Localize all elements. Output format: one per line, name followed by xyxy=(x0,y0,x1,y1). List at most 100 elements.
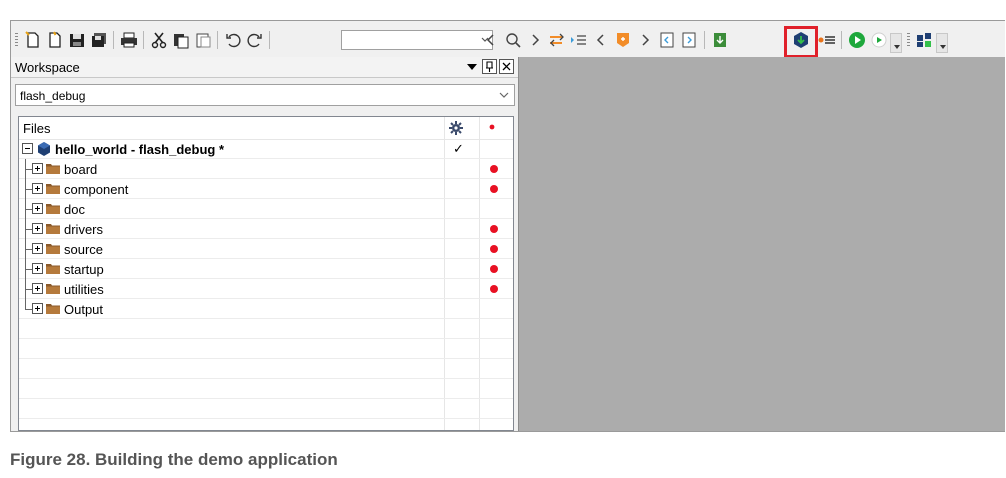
folder-row[interactable]: startup xyxy=(19,259,513,279)
tree-line xyxy=(25,189,32,190)
save-all-icon[interactable] xyxy=(89,30,109,50)
expand-icon[interactable] xyxy=(32,303,43,314)
next-bookmark-icon[interactable] xyxy=(635,30,655,50)
folder-icon xyxy=(46,204,60,214)
gear-icon[interactable] xyxy=(448,120,464,136)
folder-icon xyxy=(46,244,60,254)
folder-icon xyxy=(46,224,60,234)
modified-indicator xyxy=(490,285,498,293)
forward-icon[interactable] xyxy=(525,30,545,50)
empty-row xyxy=(19,359,513,379)
workspace-pane: Workspace flash_debug Files hello_world … xyxy=(11,57,519,431)
expand-icon[interactable] xyxy=(32,243,43,254)
folder-icon xyxy=(46,304,60,314)
folder-row[interactable]: Output xyxy=(19,299,513,319)
previous-bookmark-icon[interactable] xyxy=(591,30,611,50)
print-icon[interactable] xyxy=(119,30,139,50)
find-icon[interactable] xyxy=(503,30,523,50)
empty-row xyxy=(19,379,513,399)
project-name: hello_world - flash_debug * xyxy=(55,142,225,157)
collapse-icon[interactable] xyxy=(22,143,33,154)
goto-line-icon[interactable] xyxy=(569,30,589,50)
toolbar-grip[interactable] xyxy=(15,33,18,47)
workspace-header: Workspace xyxy=(11,57,518,78)
folder-row[interactable]: board xyxy=(19,159,513,179)
cut-icon[interactable] xyxy=(149,30,169,50)
expand-icon[interactable] xyxy=(32,183,43,194)
project-icon xyxy=(38,142,50,156)
folder-name: source xyxy=(64,242,104,257)
tree-line xyxy=(25,289,32,290)
workspace-title: Workspace xyxy=(15,60,80,75)
modified-indicator xyxy=(490,165,498,173)
folder-icon xyxy=(46,184,60,194)
chevron-down-icon[interactable] xyxy=(498,90,510,100)
figure-caption: Figure 28. Building the demo application xyxy=(10,450,338,469)
folder-row[interactable]: drivers xyxy=(19,219,513,239)
folder-name: drivers xyxy=(64,222,104,237)
folder-name: startup xyxy=(64,262,104,277)
folder-name: board xyxy=(64,162,98,177)
toggle-bookmark-icon[interactable] xyxy=(547,30,567,50)
folder-row[interactable]: source xyxy=(19,239,513,259)
folder-row[interactable]: doc xyxy=(19,199,513,219)
empty-row xyxy=(19,319,513,339)
configuration-select[interactable]: flash_debug xyxy=(15,84,515,106)
toolbar-separator xyxy=(113,31,114,49)
undo-icon[interactable] xyxy=(223,30,243,50)
expand-icon[interactable] xyxy=(32,223,43,234)
expand-icon[interactable] xyxy=(32,263,43,274)
toolbar-grip[interactable] xyxy=(907,33,910,47)
save-icon[interactable] xyxy=(67,30,87,50)
toolbar-separator xyxy=(269,31,270,49)
tree-line xyxy=(25,169,32,170)
expand-icon[interactable] xyxy=(32,163,43,174)
open-file-icon[interactable] xyxy=(45,30,65,50)
folder-name: utilities xyxy=(64,282,104,297)
stop-build-icon[interactable] xyxy=(817,30,837,50)
folder-name: component xyxy=(64,182,129,197)
expand-icon[interactable] xyxy=(32,283,43,294)
tree-line xyxy=(25,269,32,270)
paste-icon[interactable] xyxy=(193,30,213,50)
compile-icon[interactable] xyxy=(710,30,730,50)
editor-area xyxy=(519,57,1005,431)
toolbar-separator xyxy=(143,31,144,49)
overflow-icon[interactable] xyxy=(890,33,902,53)
folder-row[interactable]: component xyxy=(19,179,513,199)
toolbar-separator xyxy=(217,31,218,49)
tree-line xyxy=(25,209,32,210)
bookmark-icon[interactable] xyxy=(613,30,633,50)
download-debug-icon[interactable] xyxy=(847,30,867,50)
debug-without-download-icon[interactable] xyxy=(869,30,889,50)
project-row[interactable]: hello_world - flash_debug * ✓ xyxy=(19,139,513,159)
copy-icon[interactable] xyxy=(171,30,191,50)
folder-name: Output xyxy=(64,302,104,317)
new-file-icon[interactable] xyxy=(23,30,43,50)
folder-icon xyxy=(46,264,60,274)
close-button[interactable] xyxy=(499,59,514,74)
empty-row xyxy=(19,399,513,419)
modified-indicator xyxy=(490,265,498,273)
pin-button[interactable] xyxy=(482,59,497,74)
board-config-icon[interactable] xyxy=(914,30,934,50)
toolbar-separator xyxy=(704,31,705,49)
redo-icon[interactable] xyxy=(245,30,265,50)
dirty-column-icon xyxy=(489,124,495,130)
pin-icon xyxy=(486,61,493,72)
chevron-down-icon[interactable] xyxy=(466,61,478,73)
ide-window: Workspace flash_debug Files hello_world … xyxy=(10,20,1005,432)
find-combo[interactable] xyxy=(341,30,493,50)
project-checkmark: ✓ xyxy=(453,141,464,156)
configuration-value: flash_debug xyxy=(20,89,86,103)
files-column-label: Files xyxy=(23,121,51,136)
modified-indicator xyxy=(490,185,498,193)
back-icon[interactable] xyxy=(481,30,501,50)
next-file-icon[interactable] xyxy=(679,30,699,50)
overflow-icon[interactable] xyxy=(936,33,948,53)
previous-file-icon[interactable] xyxy=(657,30,677,50)
folder-row[interactable]: utilities xyxy=(19,279,513,299)
expand-icon[interactable] xyxy=(32,203,43,214)
make-button-highlight xyxy=(784,26,818,58)
tree-line xyxy=(25,229,32,230)
